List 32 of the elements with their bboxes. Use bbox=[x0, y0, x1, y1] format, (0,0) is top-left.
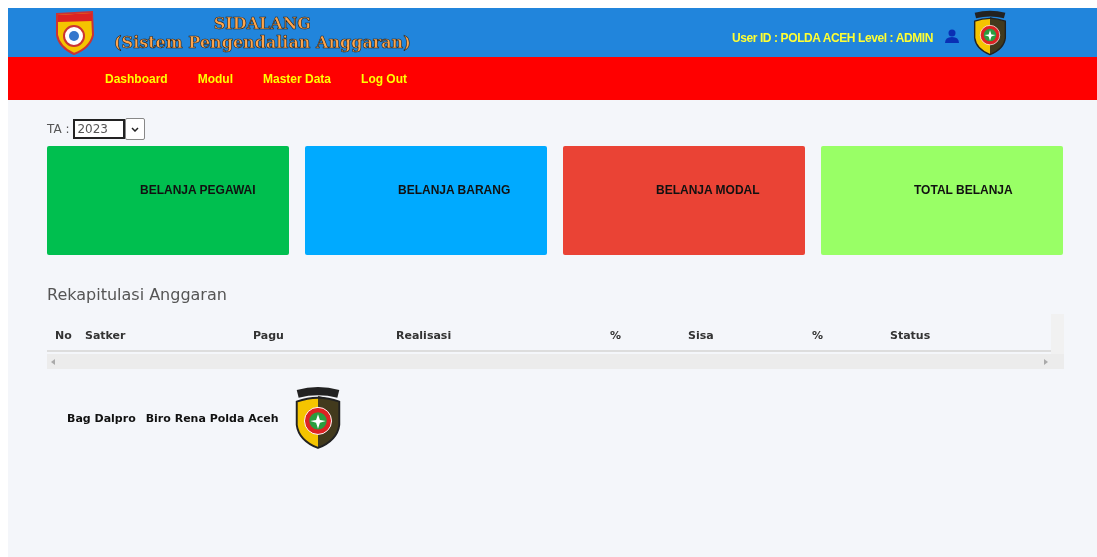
dropdown-button[interactable] bbox=[125, 118, 146, 140]
column-header: Pagu bbox=[253, 328, 284, 342]
horizontal-scrollbar[interactable] bbox=[47, 354, 1064, 369]
column-header: No bbox=[55, 328, 72, 342]
column-header: % bbox=[610, 328, 622, 342]
nav-link[interactable]: Modul bbox=[197, 71, 233, 86]
scroll-right-icon[interactable] bbox=[1044, 358, 1048, 365]
year-field[interactable]: 2023 bbox=[73, 119, 126, 139]
nav-link[interactable]: Dashboard bbox=[105, 71, 168, 86]
card-title: TOTAL BELANJA bbox=[914, 183, 1013, 197]
card-title: BELANJA BARANG bbox=[398, 183, 511, 197]
column-header: Sisa bbox=[688, 328, 714, 342]
organization-name: Biro Rena Polda Aceh bbox=[145, 411, 279, 425]
column-header: % bbox=[812, 328, 824, 342]
user-icon[interactable] bbox=[945, 28, 959, 43]
app-subtitle: (Sistem Pengendalian Anggaran) bbox=[114, 32, 411, 52]
nav-link[interactable]: Log Out bbox=[361, 71, 408, 86]
app-title: SIDALANG bbox=[213, 13, 311, 33]
scroll-left-icon[interactable] bbox=[51, 358, 55, 365]
card-title: BELANJA MODAL bbox=[656, 183, 760, 197]
card-title: BELANJA PEGAWAI bbox=[140, 183, 256, 197]
nav-link[interactable]: Master Data bbox=[263, 71, 332, 86]
vertical-scrollbar[interactable] bbox=[1051, 314, 1064, 354]
chevron-icon bbox=[131, 126, 140, 132]
section-title: Rekapitulasi Anggaran bbox=[47, 285, 228, 304]
unit-name: Bag Dalpro bbox=[67, 411, 136, 425]
user-info: User ID : POLDA ACEH Level : ADMIN bbox=[731, 30, 933, 45]
column-header: Realisasi bbox=[396, 328, 452, 342]
column-header: Satker bbox=[85, 328, 126, 342]
column-header: Status bbox=[890, 328, 931, 342]
shield-logo bbox=[54, 10, 96, 55]
year-label: TA : bbox=[47, 122, 70, 136]
